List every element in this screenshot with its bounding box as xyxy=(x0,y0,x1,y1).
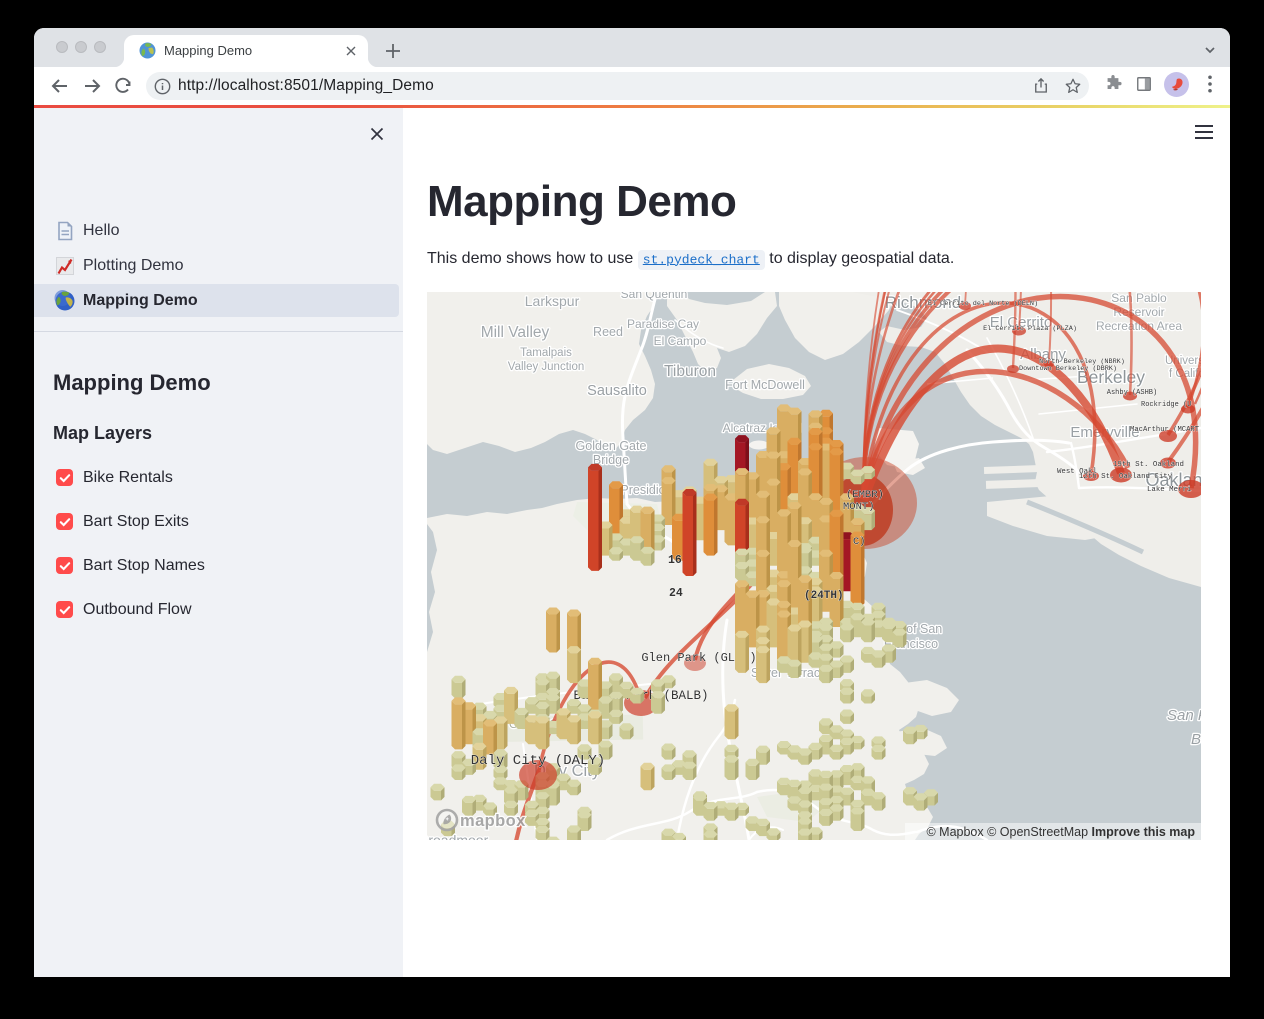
svg-text:Paradise Cay: Paradise Cay xyxy=(627,317,699,331)
svg-text:Golden Gate: Golden Gate xyxy=(576,439,647,453)
svg-text:Reed: Reed xyxy=(593,325,623,339)
svg-text:Presidio: Presidio xyxy=(620,483,665,497)
svg-text:San Quentin: San Quentin xyxy=(621,292,688,301)
svg-text:MacArthur (MCART: MacArthur (MCART xyxy=(1130,426,1200,434)
svg-text:Rockridge (U: Rockridge (U xyxy=(1141,401,1191,409)
svg-text:Larkspur: Larkspur xyxy=(525,293,580,309)
svg-text:B: B xyxy=(1191,731,1201,748)
svg-text:Fort McDowell: Fort McDowell xyxy=(725,378,805,392)
svg-text:Broadmoor: Broadmoor xyxy=(427,832,489,840)
svg-text:24: 24 xyxy=(669,587,683,600)
svg-text:Downtown Berkeley (DBRK): Downtown Berkeley (DBRK) xyxy=(1019,365,1117,373)
svg-text:Lake Merri: Lake Merri xyxy=(1147,486,1192,494)
svg-text:El Campo: El Campo xyxy=(654,334,707,348)
svg-text:C): C) xyxy=(853,536,866,548)
svg-text:Valley Junction: Valley Junction xyxy=(508,361,585,373)
svg-text:San Fr: San Fr xyxy=(1167,707,1201,724)
svg-text:Ashby (ASHB): Ashby (ASHB) xyxy=(1107,389,1157,397)
svg-text:El Cerrito del Norte (DELN): El Cerrito del Norte (DELN) xyxy=(928,300,1038,308)
svg-text:El Cerrito Plaza (PLZA): El Cerrito Plaza (PLZA) xyxy=(983,325,1077,333)
svg-text:Daly City (DALY): Daly City (DALY) xyxy=(471,753,605,769)
svg-text:San Pablo: San Pablo xyxy=(1111,292,1167,305)
svg-text:Sausalito: Sausalito xyxy=(587,383,647,399)
svg-text:(24TH): (24TH) xyxy=(804,590,844,602)
svg-text:Mill Valley: Mill Valley xyxy=(481,324,550,341)
svg-text:Tiburon: Tiburon xyxy=(664,363,716,380)
svg-text:12th St. Oakland City: 12th St. Oakland City xyxy=(1079,473,1173,481)
svg-text:MONT): MONT) xyxy=(843,501,875,513)
svg-text:16: 16 xyxy=(668,554,682,567)
svg-text:mapbox: mapbox xyxy=(460,812,526,830)
svg-text:19th St. Oakland: 19th St. Oakland xyxy=(1113,461,1184,469)
svg-text:(EMBR): (EMBR) xyxy=(846,489,884,501)
svg-text:Tamalpais: Tamalpais xyxy=(520,347,572,359)
svg-text:© Mapbox © OpenStreetMap Impro: © Mapbox © OpenStreetMap Improve this ma… xyxy=(926,825,1195,839)
